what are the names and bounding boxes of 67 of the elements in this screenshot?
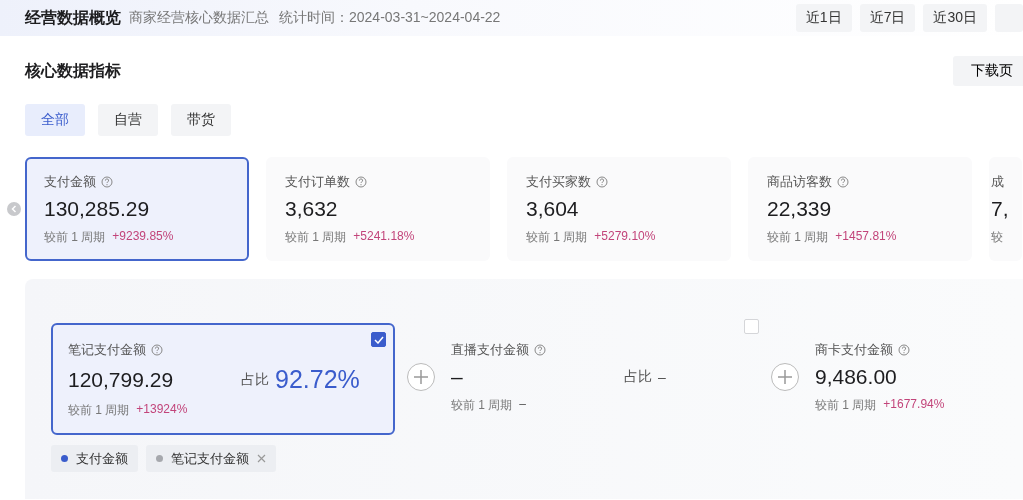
change-value: +13924% (136, 402, 188, 418)
compare-label: 较前 1 周期 (68, 402, 130, 419)
metric-card[interactable]: 支付买家数 3,604 较前 1 周期 +5279.10% (507, 157, 731, 261)
change-value: – (519, 397, 527, 413)
metric-value: 120,799.29 (68, 367, 175, 392)
metric-card[interactable]: 商品访客数 22,339 较前 1 周期 +1457.81% (748, 157, 972, 261)
change-value: +5241.18% (353, 229, 415, 245)
compare-label: 较前 1 周期 (767, 229, 829, 246)
metric-value: 22,339 (767, 197, 833, 221)
help-icon[interactable] (898, 344, 910, 356)
share-label: 占比 (624, 368, 652, 386)
legend-label: 支付金额 (76, 449, 128, 468)
metric-label: 支付金额 (44, 173, 96, 191)
change-value: +9239.85% (112, 229, 174, 245)
metric-value: – (451, 365, 464, 389)
page-subtitle: 商家经营核心数据汇总 (129, 9, 269, 27)
filter-tab[interactable]: 带货 (171, 104, 231, 136)
metric-label: 支付订单数 (285, 173, 350, 191)
date-range-button[interactable]: 近7日 (859, 4, 916, 32)
change-value: +1457.81% (835, 229, 897, 245)
filter-tab[interactable]: 自营 (98, 104, 158, 136)
compare-label: 较 (991, 229, 1003, 246)
checkbox[interactable] (371, 332, 386, 347)
metric-label: 直播支付金额 (451, 341, 529, 359)
share-label: 占比 (241, 370, 269, 389)
compare-label: 较前 1 周期 (44, 229, 106, 246)
metric-label: 商卡支付金额 (815, 341, 893, 359)
legend-chip[interactable]: 笔记支付金额 (146, 445, 276, 472)
help-icon[interactable] (837, 176, 849, 188)
compare-label: 较前 1 周期 (526, 229, 588, 246)
help-icon[interactable] (596, 176, 608, 188)
close-icon[interactable] (257, 454, 266, 463)
help-icon[interactable] (101, 176, 113, 188)
metric-value: 130,285.29 (44, 197, 151, 221)
help-icon[interactable] (151, 344, 163, 356)
metric-label: 支付买家数 (526, 173, 591, 191)
compare-label: 较前 1 周期 (451, 397, 513, 414)
compare-label: 较前 1 周期 (285, 229, 347, 246)
date-range-button[interactable]: 近1日 (795, 4, 852, 32)
metric-value: 3,632 (285, 197, 339, 221)
filter-tab[interactable]: 全部 (25, 104, 85, 136)
help-icon[interactable] (534, 344, 546, 356)
metric-card[interactable]: 支付金额 130,285.29 较前 1 周期 +9239.85% (25, 157, 249, 261)
plus-icon[interactable] (407, 363, 435, 391)
page-title: 经营数据概览 (25, 7, 121, 28)
change-value: +1677.94% (883, 397, 945, 413)
section-title: 核心数据指标 (25, 60, 121, 81)
legend-label: 笔记支付金额 (171, 449, 249, 468)
period-text: 统计时间：2024-03-31~2024-04-22 (279, 9, 501, 27)
chevron-left-icon[interactable] (7, 202, 21, 216)
compare-label: 较前 1 周期 (815, 397, 877, 414)
change-value: +5279.10% (594, 229, 656, 245)
metric-label: 商品访客数 (767, 173, 832, 191)
metric-value: 9,486.00 (815, 365, 898, 389)
date-range-button[interactable]: 近30日 (923, 4, 987, 32)
plus-icon[interactable] (771, 363, 799, 391)
metric-value: 3,604 (526, 197, 580, 221)
download-button[interactable]: 下载页 (953, 56, 1023, 86)
help-icon[interactable] (355, 176, 367, 188)
metric-card[interactable]: 支付订单数 3,632 较前 1 周期 +5241.18% (266, 157, 490, 261)
metric-card[interactable]: 成 7, 较 (989, 157, 1022, 261)
share-value: – (658, 369, 666, 385)
metric-value: 7, (991, 197, 1010, 221)
metric-label: 笔记支付金额 (68, 341, 146, 359)
legend-chip[interactable]: 支付金额 (51, 445, 138, 472)
metric-label: 成 (991, 173, 1004, 191)
share-value: 92.72% (275, 365, 360, 394)
